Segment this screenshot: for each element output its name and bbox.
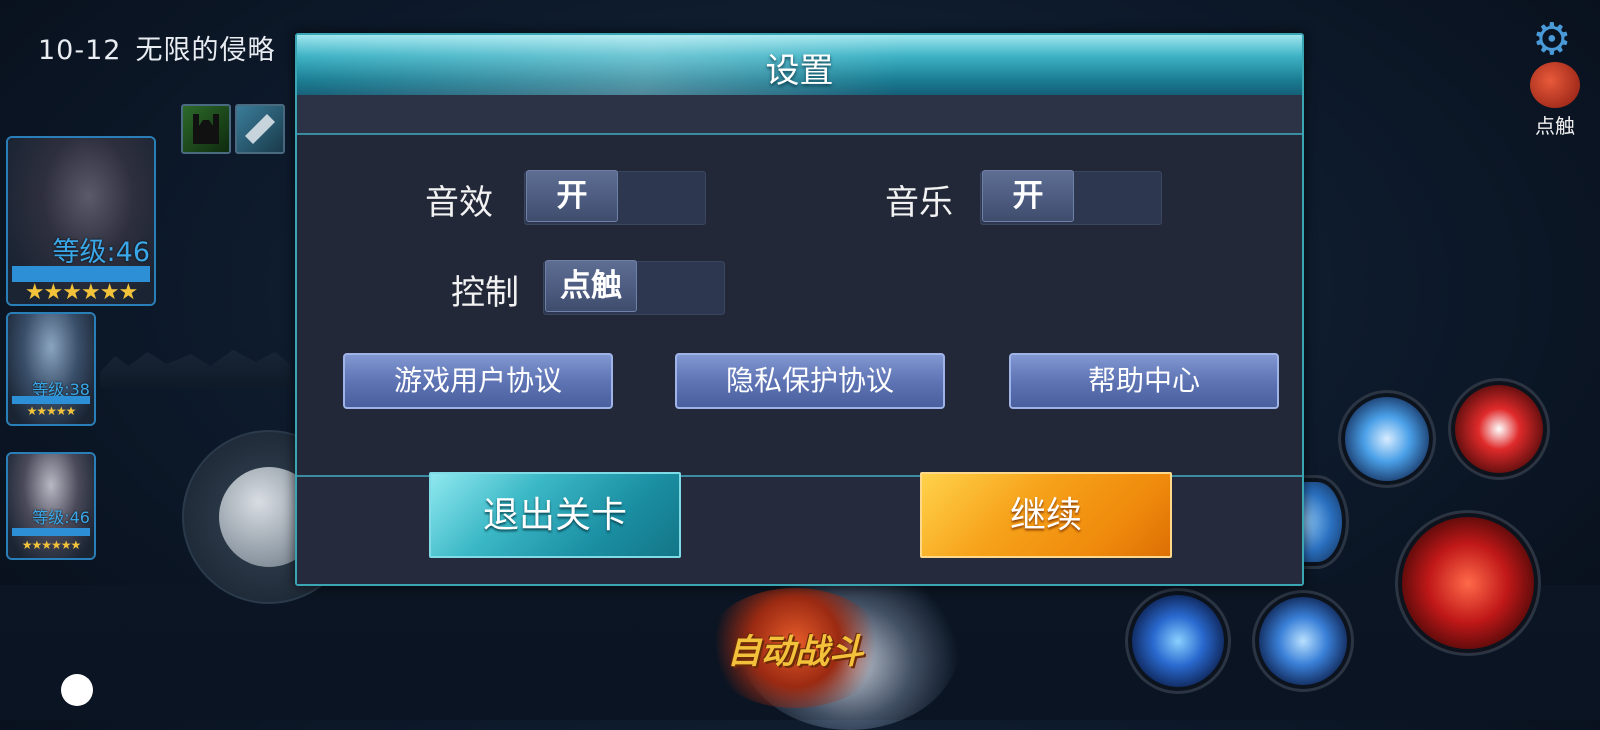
sound-effects-toggle[interactable]: 开 <box>524 170 706 225</box>
privacy-agreement-button[interactable]: 隐私保护协议 <box>675 353 945 409</box>
team-member-3[interactable]: 等级:46 ★★★★★★ <box>6 452 96 560</box>
help-center-button[interactable]: 帮助中心 <box>1009 353 1279 409</box>
sound-effects-label: 音效 <box>425 183 493 223</box>
skill-button-red-strike[interactable] <box>1448 378 1550 480</box>
stage-title: 10-12 无限的侵略 <box>38 28 289 67</box>
hero-stars: ★★★★★ <box>26 404 77 418</box>
auto-battle-button[interactable]: 自动战斗 <box>705 588 885 708</box>
hand-pointer-icon <box>1530 62 1580 108</box>
gear-icon[interactable]: ⚙ <box>1532 18 1571 62</box>
hero-health-bar <box>12 528 90 536</box>
stage-number: 10-12 <box>38 35 122 66</box>
touch-mode-label: 点触 <box>1535 114 1575 138</box>
music-toggle[interactable]: 开 <box>980 170 1162 225</box>
toggle-knob[interactable]: 点触 <box>545 260 637 312</box>
floating-assist-dot[interactable] <box>61 674 93 706</box>
settings-dialog: 设置 音效 开 音乐 开 控制 点触 游戏用户协议 隐私保护协议 帮助中心 退出… <box>295 33 1304 586</box>
team-member-2[interactable]: 等级:38 ★★★★★ <box>6 312 96 426</box>
hero-stars: ★★★★★★ <box>24 280 138 305</box>
toggle-knob[interactable]: 开 <box>526 170 618 222</box>
stage-name: 无限的侵略 <box>135 35 276 66</box>
skill-button-transform[interactable] <box>1125 588 1231 694</box>
control-label: 控制 <box>451 273 519 313</box>
continue-button[interactable]: 继续 <box>920 472 1172 558</box>
auto-battle-label: 自动战斗 <box>727 632 863 672</box>
attack-button[interactable] <box>1395 510 1541 656</box>
touch-mode-button[interactable]: 点触 <box>1522 62 1588 142</box>
hero-stars: ★★★★★★ <box>21 538 82 552</box>
control-toggle[interactable]: 点触 <box>543 260 725 315</box>
toggle-knob[interactable]: 开 <box>982 170 1074 222</box>
user-agreement-button[interactable]: 游戏用户协议 <box>343 353 613 409</box>
buff-icon <box>181 104 231 154</box>
hero-health-bar <box>12 396 90 404</box>
hero-level: 等级:46 <box>52 237 150 268</box>
music-label: 音乐 <box>885 183 953 223</box>
debuff-icon <box>235 104 285 154</box>
team-member-1[interactable]: 等级:46 ★★★★★★ <box>6 136 156 306</box>
exit-stage-button[interactable]: 退出关卡 <box>429 472 681 558</box>
dialog-subheader <box>297 95 1302 135</box>
skill-button-energy-wave[interactable] <box>1338 390 1436 488</box>
dialog-title: 设置 <box>765 51 834 91</box>
cityscape-silhouette <box>100 350 290 388</box>
dialog-header: 设置 <box>297 35 1302 95</box>
skill-button-spiral[interactable] <box>1252 590 1354 692</box>
hero-level: 等级:46 <box>32 508 90 527</box>
